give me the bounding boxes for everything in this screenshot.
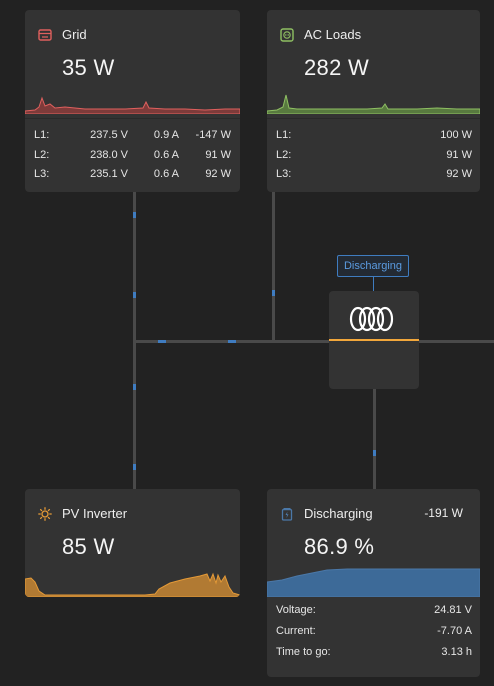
inverter-status-badge: Discharging — [337, 255, 409, 277]
badge-connector — [373, 277, 374, 291]
battery-soc-value: 86.9 % — [304, 534, 375, 559]
battery-title: Discharging — [304, 506, 373, 521]
stat-value: 24.81 V — [434, 604, 472, 616]
battery-card[interactable]: Discharging -191 W 86.9 % Voltage: 24.81… — [267, 489, 480, 677]
socket-icon — [280, 27, 294, 42]
battery-icon — [280, 507, 294, 521]
battery-stat-row: Current: -7.70 A — [267, 625, 480, 641]
flow-dot — [133, 212, 136, 218]
wire-acloads-vertical — [272, 192, 275, 342]
inverter-status-text: Discharging — [343, 260, 403, 272]
flow-dot — [272, 290, 275, 296]
battery-stat-row: Time to go: 3.13 h — [267, 646, 480, 662]
grid-phase-table: L1: 237.5 V 0.9 A -147 W L2: 238.0 V 0.6… — [25, 118, 240, 192]
stat-label: Current: — [276, 625, 316, 637]
phase-voltage: 237.5 V — [90, 129, 128, 141]
phase-power: 92 W — [205, 168, 231, 180]
pv-power-sparkline — [25, 572, 240, 597]
grid-meter-icon — [38, 28, 52, 42]
inverter-card[interactable] — [329, 291, 419, 389]
pv-inverter-card[interactable]: PV Inverter 85 W — [25, 489, 240, 597]
phase-label: L3: — [276, 168, 292, 180]
grid-phase-row: L1: 237.5 V 0.9 A -147 W — [25, 129, 240, 145]
ac-loads-power-sparkline — [267, 94, 480, 114]
phase-label: L2: — [276, 149, 292, 161]
phase-power: 91 W — [446, 149, 472, 161]
phase-label: L2: — [34, 149, 50, 161]
stat-label: Time to go: — [276, 646, 331, 658]
stat-value: 3.13 h — [441, 646, 472, 658]
phase-power: 92 W — [446, 168, 472, 180]
wire-bus-horizontal — [133, 340, 494, 343]
battery-card-header: Discharging — [280, 506, 373, 521]
flow-dot — [133, 384, 136, 390]
battery-power-value: -191 W — [424, 506, 463, 520]
inverter-logo-icon — [348, 305, 400, 333]
phase-label: L1: — [34, 129, 50, 141]
phase-current: 0.6 A — [153, 149, 179, 161]
phase-label: L1: — [276, 129, 292, 141]
flow-dot — [373, 450, 376, 456]
grid-power-value: 35 W — [62, 55, 115, 80]
grid-title: Grid — [62, 27, 87, 42]
inverter-bus-line — [329, 339, 419, 341]
battery-soc-sparkline — [267, 568, 480, 597]
battery-stat-row: Voltage: 24.81 V — [267, 604, 480, 620]
ac-loads-phase-table: L1: 100 W L2: 91 W L3: 92 W — [267, 118, 480, 192]
grid-card[interactable]: Grid 35 W L1: 237.5 V 0.9 A -147 W L2: 2… — [25, 10, 240, 192]
pv-inverter-title: PV Inverter — [62, 506, 128, 521]
grid-card-header: Grid — [38, 27, 87, 42]
phase-power: 100 W — [440, 129, 472, 141]
stat-label: Voltage: — [276, 604, 316, 616]
wire-inverter-battery — [373, 389, 376, 489]
phase-current: 0.6 A — [153, 168, 179, 180]
stat-value: -7.70 A — [437, 625, 472, 637]
phase-current: 0.9 A — [153, 129, 179, 141]
grid-phase-row: L2: 238.0 V 0.6 A 91 W — [25, 149, 240, 165]
flow-dot — [133, 464, 136, 470]
flow-dot — [133, 292, 136, 298]
sun-icon — [38, 506, 52, 521]
phase-voltage: 238.0 V — [90, 149, 128, 161]
ac-phase-row: L1: 100 W — [267, 129, 480, 145]
flow-dot — [228, 340, 236, 343]
pv-inverter-card-header: PV Inverter — [38, 506, 127, 521]
pv-inverter-power-value: 85 W — [62, 534, 115, 559]
ac-loads-title: AC Loads — [304, 27, 362, 42]
ac-loads-power-value: 282 W — [304, 55, 370, 80]
ac-loads-card-header: AC Loads — [280, 27, 361, 42]
ac-loads-card[interactable]: AC Loads 282 W L1: 100 W L2: 91 W L3: 92… — [267, 10, 480, 192]
phase-power: -147 W — [195, 129, 231, 141]
phase-power: 91 W — [205, 149, 231, 161]
grid-power-sparkline — [25, 96, 240, 114]
flow-dot — [158, 340, 166, 343]
phase-voltage: 235.1 V — [90, 168, 128, 180]
phase-label: L3: — [34, 168, 50, 180]
ac-phase-row: L3: 92 W — [267, 168, 480, 184]
ac-phase-row: L2: 91 W — [267, 149, 480, 165]
grid-phase-row: L3: 235.1 V 0.6 A 92 W — [25, 168, 240, 184]
